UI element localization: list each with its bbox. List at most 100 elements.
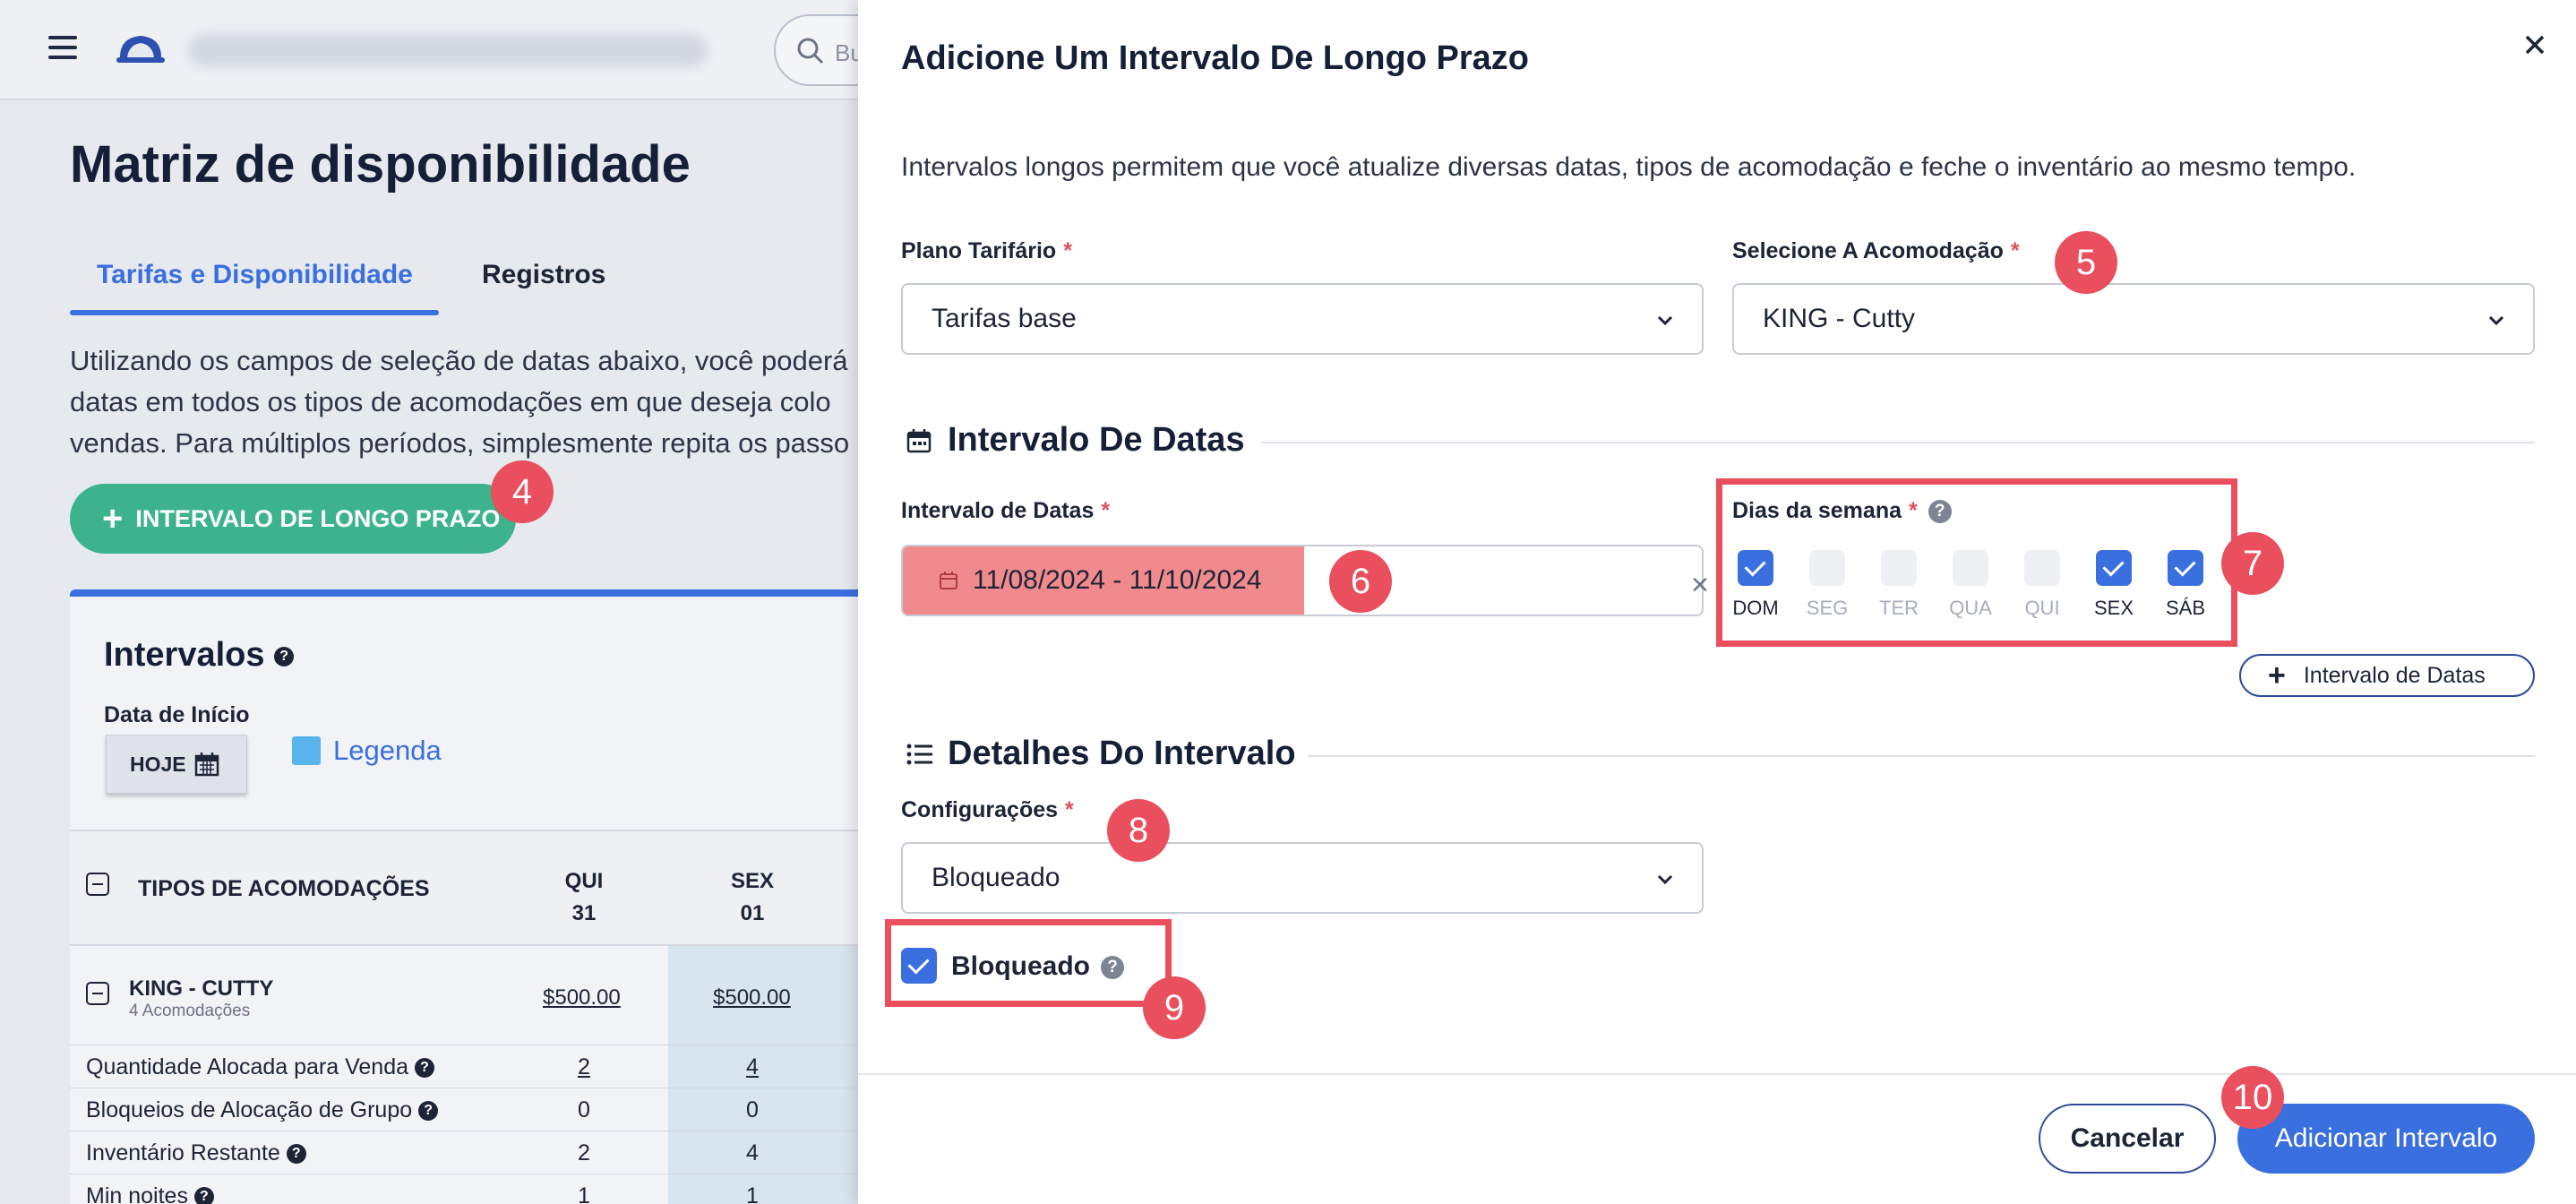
- search-icon: [797, 38, 824, 64]
- weekday-sex[interactable]: SEX: [2094, 550, 2134, 619]
- close-icon[interactable]: [2519, 29, 2551, 61]
- room-select[interactable]: KING - Cutty: [1732, 283, 2535, 355]
- intro-line: datas em todos os tipos de acomodações e…: [70, 386, 831, 417]
- room-types-header: TIPOS DE ACOMODAÇÕES: [138, 876, 430, 901]
- plus-icon: +: [2268, 658, 2286, 692]
- today-button[interactable]: HOJE: [106, 735, 247, 794]
- weekday-checkbox[interactable]: [1953, 550, 1988, 586]
- help-icon[interactable]: ?: [286, 1144, 306, 1165]
- row-value[interactable]: 1: [726, 1183, 779, 1204]
- column-date: 01: [740, 901, 765, 925]
- add-range-button[interactable]: Adicionar Intervalo: [2237, 1104, 2535, 1174]
- top-bar: Bu: [0, 0, 858, 100]
- blocked-label-text: Bloqueado: [951, 951, 1090, 981]
- column-day: QUI: [564, 869, 604, 893]
- collapse-all-icon[interactable]: [86, 873, 109, 896]
- card-title: Intervalos ?: [104, 636, 295, 675]
- settings-value: Bloqueado: [932, 863, 1060, 892]
- room-select-value: KING - Cutty: [1763, 304, 1916, 333]
- chevron-down-icon: [1657, 315, 1673, 326]
- search-input[interactable]: Bu: [774, 14, 858, 86]
- calendar-icon: [194, 752, 219, 777]
- weekday-qua[interactable]: QUA: [1949, 550, 1992, 619]
- weekday-checkbox[interactable]: [1881, 550, 1917, 586]
- weekday-label: TER: [1879, 597, 1919, 619]
- long-range-button[interactable]: + INTERVALO DE LONGO PRAZO: [70, 484, 516, 554]
- weekday-checkbox[interactable]: [2024, 550, 2060, 586]
- legend-link[interactable]: Legenda: [333, 735, 442, 767]
- intro-line: vendas. Para múltiplos períodos, simples…: [70, 427, 850, 459]
- rate-plan-label: Plano Tarifário *: [901, 238, 1072, 264]
- price-cell[interactable]: $500.00: [713, 985, 791, 1010]
- weekday-checkbox[interactable]: [2168, 550, 2203, 586]
- row-value[interactable]: 1: [557, 1183, 611, 1204]
- tab-rates-availability[interactable]: Tarifas e Disponibilidade: [97, 260, 413, 290]
- help-icon[interactable]: ?: [1101, 956, 1124, 980]
- date-range-value: 11/08/2024 - 11/10/2024: [973, 565, 1262, 595]
- add-date-range-button[interactable]: + Intervalo de Datas: [2239, 654, 2535, 697]
- required-marker: *: [1909, 498, 1918, 523]
- help-icon[interactable]: ?: [274, 646, 295, 666]
- today-button-label: HOJE: [130, 752, 186, 776]
- price-cell[interactable]: $500.00: [543, 985, 621, 1010]
- required-marker: *: [1063, 238, 1072, 263]
- column-header: QUI 31: [548, 865, 620, 930]
- weekday-label: QUA: [1949, 597, 1992, 619]
- intro-line: Utilizando os campos de seleção de datas…: [70, 345, 848, 376]
- step-badge-4: 4: [491, 460, 554, 523]
- weekday-seg[interactable]: SEG: [1807, 550, 1848, 619]
- table-row: Inventário Restante ? 2 4: [70, 1131, 858, 1174]
- help-icon[interactable]: ?: [414, 1058, 434, 1079]
- settings-label-text: Configurações: [901, 797, 1059, 822]
- weekday-checkbox[interactable]: [1809, 550, 1845, 586]
- intro-text: Utilizando os campos de seleção de datas…: [70, 340, 858, 464]
- weekday-ter[interactable]: TER: [1879, 550, 1919, 619]
- clear-icon[interactable]: ×: [1691, 568, 1709, 603]
- required-marker: *: [2010, 238, 2020, 263]
- plus-icon: +: [102, 498, 124, 538]
- collapse-room-icon[interactable]: [86, 982, 109, 1005]
- weekday-dom[interactable]: DOM: [1732, 550, 1779, 619]
- details-section-title: Detalhes Do Intervalo: [948, 735, 1296, 772]
- table-row: Quantidade Alocada para Venda ? 2 4: [70, 1045, 858, 1088]
- date-section-title: Intervalo De Datas: [948, 421, 1245, 459]
- weekday-sab[interactable]: SÁB: [2166, 550, 2205, 619]
- row-label-text: Inventário Restante: [86, 1140, 280, 1165]
- row-label: Bloqueios de Alocação de Grupo ?: [86, 1097, 439, 1123]
- weekday-qui[interactable]: QUI: [2024, 550, 2060, 619]
- settings-label: Configurações *: [901, 797, 1074, 823]
- weekday-checkbox[interactable]: [1738, 550, 1773, 586]
- weekday-checkbox[interactable]: [2096, 550, 2132, 586]
- settings-select[interactable]: Bloqueado: [901, 842, 1704, 914]
- blocked-checkbox[interactable]: [901, 948, 937, 984]
- start-date-label: Data de Início: [104, 702, 250, 727]
- step-badge-7: 7: [2221, 532, 2284, 595]
- long-range-drawer: Adicione Um Intervalo De Longo Prazo Int…: [858, 0, 2576, 1204]
- room-name: KING - CUTTY: [129, 976, 274, 1001]
- row-value: 0: [578, 1097, 590, 1122]
- row-value: 2: [578, 1140, 590, 1165]
- column-date: 31: [571, 901, 597, 925]
- weekday-label: SEG: [1806, 597, 1849, 619]
- rate-plan-select[interactable]: Tarifas base: [901, 283, 1704, 355]
- step-badge-5: 5: [2055, 231, 2117, 294]
- chevron-down-icon: [2488, 315, 2504, 326]
- section-divider: [1308, 755, 2535, 757]
- help-icon[interactable]: ?: [193, 1187, 214, 1204]
- date-range-input[interactable]: 11/08/2024 - 11/10/2024 ×: [901, 545, 1709, 616]
- date-range-label: Intervalo de Datas *: [901, 498, 1110, 524]
- cancel-button[interactable]: Cancelar: [2039, 1104, 2216, 1174]
- row-value[interactable]: 4: [726, 1054, 779, 1080]
- menu-icon[interactable]: [48, 36, 77, 61]
- tab-records[interactable]: Registros: [482, 260, 605, 290]
- list-icon: [906, 744, 932, 764]
- help-icon[interactable]: ?: [418, 1101, 439, 1122]
- row-value[interactable]: 2: [557, 1054, 611, 1080]
- row-value: 4: [746, 1140, 759, 1165]
- weekday-label: SEX: [2093, 597, 2134, 619]
- search-placeholder: Bu: [835, 39, 858, 66]
- brand-logo-icon[interactable]: [115, 30, 167, 66]
- help-icon[interactable]: ?: [1928, 500, 1952, 524]
- date-range-value-highlight: 11/08/2024 - 11/10/2024: [903, 546, 1304, 615]
- page-title: Matriz de disponibilidade: [70, 135, 691, 194]
